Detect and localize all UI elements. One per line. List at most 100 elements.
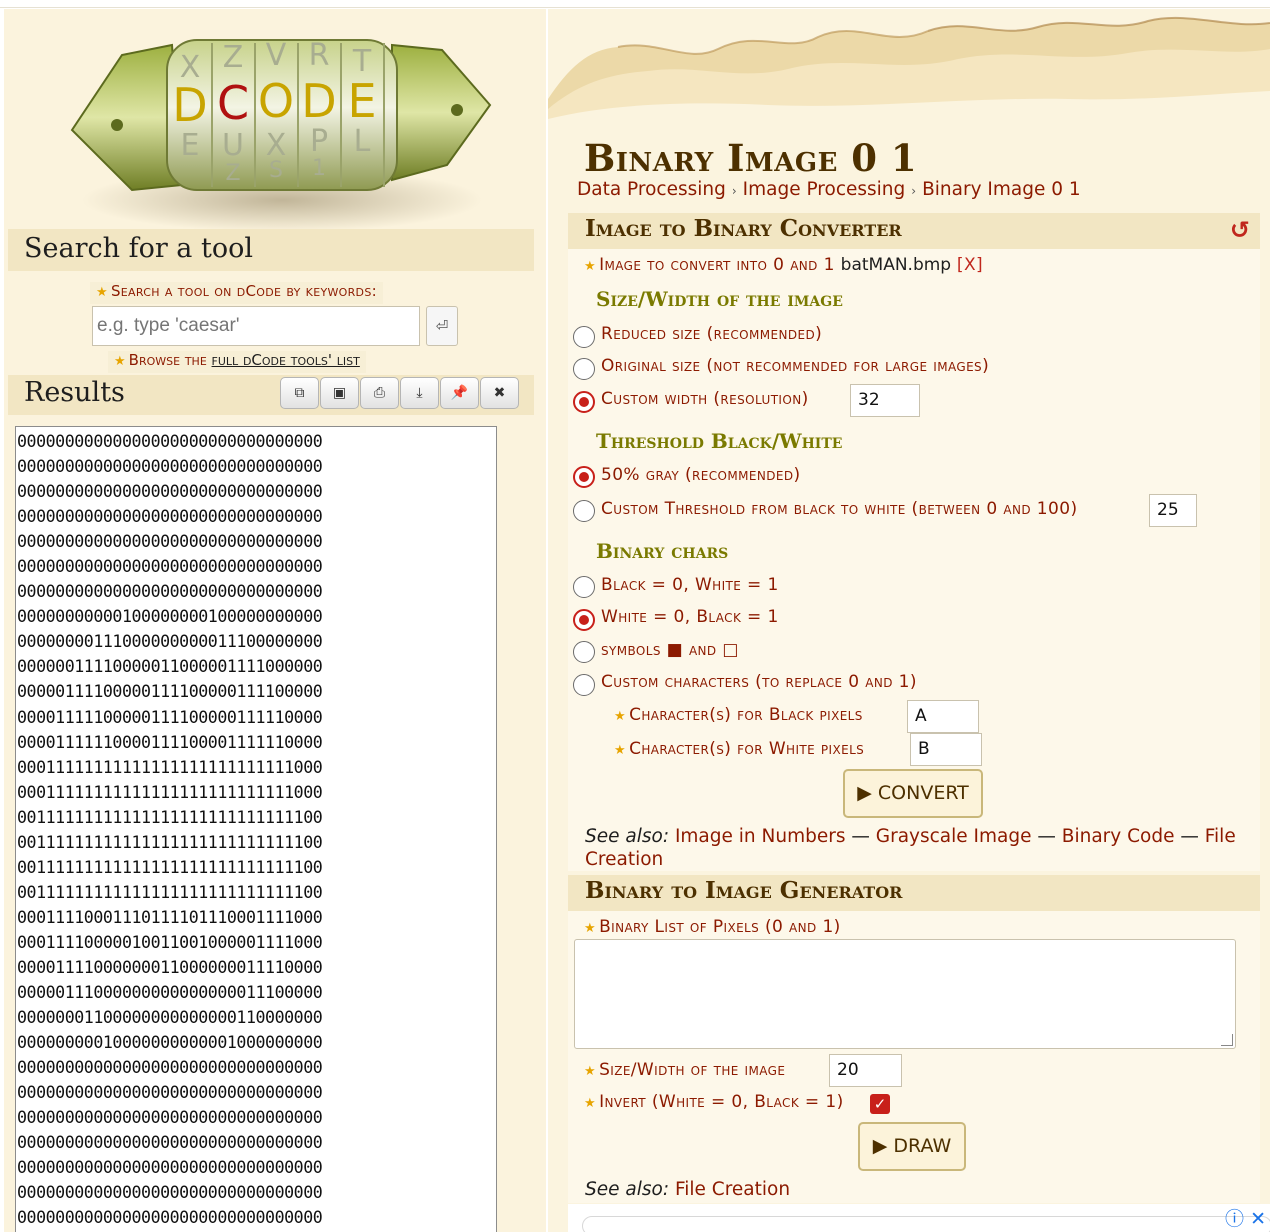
save-icon: ▣ — [332, 385, 347, 401]
svg-text:E: E — [181, 128, 200, 163]
breadcrumb-separator-icon: › — [911, 184, 917, 198]
radio-black0-white1[interactable] — [573, 576, 595, 598]
option-label[interactable]: Custom width (resolution) — [601, 389, 809, 409]
checkmark-icon: ✓ — [873, 1095, 887, 1113]
see-also-link[interactable]: File Creation — [675, 1179, 790, 1200]
ad-close-icon[interactable]: ✕ — [1250, 1208, 1266, 1230]
star-icon: ★ — [584, 1096, 597, 1111]
result-line: 00000000000000000000000000000000 — [17, 482, 323, 502]
breadcrumb-separator-icon: › — [731, 184, 737, 198]
result-line: 00000000000000000000000000000000 — [17, 1158, 323, 1178]
draw-button[interactable]: ▶ DRAW — [858, 1122, 966, 1171]
radio-white0-black1[interactable] — [573, 609, 595, 631]
option-label[interactable]: Black = 0, White = 1 — [601, 575, 779, 595]
svg-text:Z: Z — [225, 161, 240, 186]
see-also-link[interactable]: Image in Numbers — [675, 826, 846, 847]
option-label[interactable]: White = 0, Black = 1 — [601, 607, 779, 627]
file-name[interactable]: batMAN.bmp — [841, 255, 951, 275]
svg-text:C: C — [217, 76, 249, 130]
option-label[interactable]: symbols ■ and □ — [601, 640, 739, 660]
result-line: 00000111100000111100000111100000 — [17, 682, 323, 702]
svg-text:R: R — [309, 38, 330, 73]
close-results-button[interactable]: ✖ — [480, 377, 519, 409]
ad-info-icon[interactable]: ⓘ — [1225, 1208, 1244, 1230]
see-also-label: See also: — [585, 1179, 670, 1200]
black-chars-input[interactable]: A — [907, 700, 979, 733]
download-button[interactable]: ⤓ — [400, 377, 439, 409]
see-also-separator: — — [851, 826, 870, 847]
browse-link-text[interactable]: full dCode tools' list — [212, 351, 360, 369]
results-output[interactable]: 00000000000000000000000000000000 00000000… — [15, 426, 497, 1232]
see-also-link[interactable]: Grayscale Image — [876, 826, 1032, 847]
resize-handle-icon[interactable] — [1221, 1034, 1233, 1046]
radio-reduced-size[interactable] — [573, 326, 595, 348]
results-toolbar: ⧉ ▣ ⎙ ⤓ 📌 ✖ — [280, 377, 519, 409]
result-line: 00001111000000011000000011110000 — [17, 957, 323, 977]
result-line: 00000000000100000000100000000000 — [17, 607, 323, 627]
result-line: 00001111100000111100000111110000 — [17, 707, 323, 727]
ad-frame[interactable] — [582, 1216, 1270, 1232]
generator-see-also: See also: File Creation — [585, 1178, 790, 1201]
see-also-separator: — — [1037, 826, 1056, 847]
white-chars-label-text: Character(s) for White pixels — [629, 739, 865, 759]
result-line: 00111111111111111111111111111100 — [17, 882, 323, 902]
left-sidebar: XZVRT EUXPL ZS1 D C O D E Search for a t… — [4, 9, 546, 1232]
star-icon: ★ — [584, 921, 597, 936]
breadcrumb-item[interactable]: Data Processing — [577, 179, 726, 200]
option-label[interactable]: Original size (not recommended for large… — [601, 356, 989, 376]
save-button[interactable]: ▣ — [320, 377, 359, 409]
white-chars-input[interactable]: B — [910, 733, 982, 766]
invert-label: ★ Invert (White = 0, Black = 1) — [584, 1092, 844, 1112]
invert-label-text: Invert (White = 0, Black = 1) — [599, 1092, 844, 1112]
keywords-label-text: Search a tool on dCode by keywords: — [110, 282, 377, 300]
copy-icon: ⧉ — [294, 385, 305, 401]
print-button[interactable]: ⎙ — [360, 377, 399, 409]
gen-size-input[interactable]: 20 — [829, 1054, 902, 1087]
remove-file-link[interactable]: [X] — [957, 255, 983, 275]
see-also-link[interactable]: Binary Code — [1062, 826, 1175, 847]
option-label[interactable]: Custom characters (to replace 0 and 1) — [601, 672, 917, 692]
binary-list-textarea[interactable] — [574, 939, 1236, 1049]
radio-custom-chars[interactable] — [573, 674, 595, 696]
svg-text:L: L — [354, 124, 371, 159]
result-line: 00011110000010011001000001111000 — [17, 932, 323, 952]
breadcrumb-item[interactable]: Binary Image 0 1 — [922, 179, 1081, 200]
search-go-button[interactable]: ⏎ — [426, 306, 458, 346]
result-line: 00000000000000000000000000000000 — [17, 1083, 323, 1103]
converter-section-title: Image to Binary Converter ↺ — [568, 213, 1260, 249]
invert-checkbox[interactable]: ✓ — [870, 1094, 890, 1114]
result-line: 00000000000000000000000000000000 — [17, 532, 323, 552]
result-line: 00000000000000000000000000000000 — [17, 1183, 323, 1203]
page-title: Binary Image 0 1 — [584, 136, 918, 180]
ad-banner: ⓘ ✕ — [568, 1204, 1270, 1232]
svg-text:Z: Z — [223, 40, 244, 75]
radio-custom-width[interactable] — [573, 391, 595, 413]
reset-icon[interactable]: ↺ — [1230, 216, 1250, 244]
convert-button[interactable]: ▶ CONVERT — [843, 769, 983, 818]
binary-list-label: ★ Binary List of Pixels (0 and 1) — [584, 917, 841, 937]
star-icon: ★ — [584, 259, 597, 274]
option-label[interactable]: Custom Threshold from black to white (be… — [601, 499, 1077, 519]
browse-tools-link[interactable]: ★ Browse the full dCode tools' list — [108, 351, 366, 373]
radio-original-size[interactable] — [573, 358, 595, 380]
custom-threshold-input[interactable]: 25 — [1149, 494, 1197, 527]
search-input[interactable] — [92, 306, 420, 346]
radio-threshold-custom[interactable] — [573, 500, 595, 522]
black-chars-label-text: Character(s) for Black pixels — [629, 705, 863, 725]
result-line: 00000000000000000000000000000000 — [17, 557, 323, 577]
option-label[interactable]: 50% gray (recommended) — [601, 465, 801, 485]
dcode-logo[interactable]: XZVRT EUXPL ZS1 D C O D E — [62, 15, 494, 235]
radio-symbols[interactable] — [573, 641, 595, 663]
result-line: 00111111111111111111111111111100 — [17, 832, 323, 852]
result-line: 00111111111111111111111111111100 — [17, 857, 323, 877]
copy-button[interactable]: ⧉ — [280, 377, 319, 409]
size-subheading: Size/Width of the image — [596, 287, 843, 311]
black-chars-label: ★ Character(s) for Black pixels — [614, 705, 863, 725]
result-line: 00000000000000000000000000000000 — [17, 457, 323, 477]
radio-threshold-50[interactable] — [573, 466, 595, 488]
print-icon: ⎙ — [373, 385, 386, 401]
breadcrumb-item[interactable]: Image Processing — [743, 179, 906, 200]
option-label[interactable]: Reduced size (recommended) — [601, 324, 822, 344]
pin-button[interactable]: 📌 — [440, 377, 479, 409]
custom-width-input[interactable]: 32 — [850, 384, 920, 417]
